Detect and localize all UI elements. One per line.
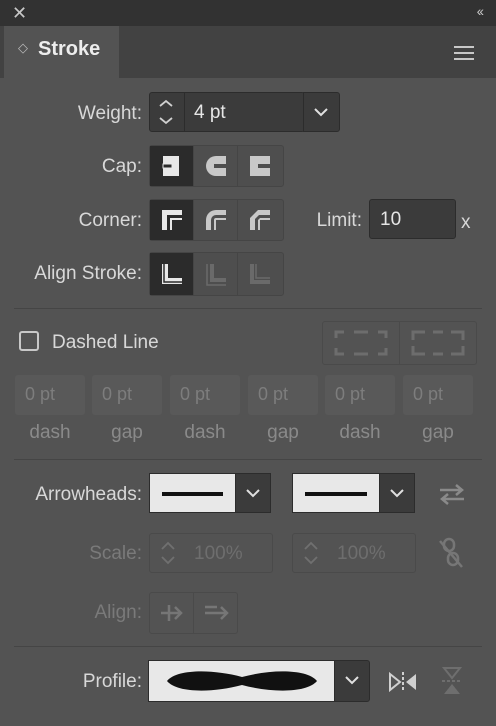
cap-button-group [149, 145, 284, 187]
scale-label: Scale: [89, 543, 142, 564]
place-arrow-button[interactable] [194, 593, 237, 633]
projecting-cap-icon [249, 156, 270, 176]
corner-label: Corner: [78, 210, 142, 231]
cap-label: Cap: [101, 156, 142, 177]
dash-2-value: 0 pt [180, 384, 211, 404]
butt-cap-button[interactable] [150, 146, 194, 186]
align-outside-button[interactable] [238, 253, 281, 295]
start-arrowhead-dropdown[interactable] [235, 473, 271, 513]
align-label: Align: [94, 602, 142, 623]
dash-2-label: dash [184, 422, 226, 443]
gap-2-value: 0 pt [258, 384, 289, 404]
divider [14, 646, 482, 647]
gap-2-label: gap [267, 422, 299, 443]
dash-1-input[interactable]: 0 pt [15, 375, 85, 415]
miter-join-icon [161, 210, 182, 230]
weight-input[interactable]: 4 pt [149, 92, 305, 132]
stepper-icon [161, 541, 175, 565]
limit-suffix: x [461, 212, 471, 233]
preserve-dashes-button[interactable] [323, 322, 400, 364]
arrowheads-label: Arrowheads: [35, 484, 142, 505]
round-cap-button[interactable] [194, 146, 238, 186]
gap-1-value: 0 pt [102, 384, 133, 404]
limit-value[interactable]: 10 [380, 209, 401, 231]
dashed-line-checkbox[interactable] [19, 331, 39, 351]
divider [14, 459, 482, 460]
profile-select[interactable] [148, 660, 336, 702]
align-stroke-label: Align Stroke: [34, 263, 142, 284]
end-arrowhead-dropdown[interactable] [379, 473, 415, 513]
corner-button-group [149, 199, 284, 241]
start-scale-value: 100% [194, 543, 243, 564]
limit-input[interactable]: 10 [369, 199, 456, 239]
gap-2-input[interactable]: 0 pt [248, 375, 318, 415]
panel-titlebar: ✕ ‹‹ [0, 0, 496, 26]
profile-dropdown[interactable] [334, 660, 370, 702]
dash-1-value: 0 pt [25, 384, 56, 404]
link-scale-icon[interactable] [438, 537, 464, 569]
butt-cap-icon [159, 156, 179, 176]
divider [14, 308, 482, 309]
align-outside-icon [249, 264, 270, 284]
gap-1-label: gap [111, 422, 143, 443]
weight-dropdown-button[interactable] [303, 92, 340, 132]
dash-3-label: dash [339, 422, 381, 443]
dash-1-label: dash [29, 422, 71, 443]
align-center-icon [161, 264, 182, 284]
dashed-line-label: Dashed Line [52, 332, 159, 353]
close-icon[interactable]: ✕ [12, 3, 27, 24]
flip-across-icon[interactable] [440, 666, 464, 696]
align-dashes-icon [411, 330, 465, 356]
dash-alignment-group [322, 321, 477, 365]
profile-label: Profile: [82, 671, 142, 692]
end-arrowhead-select[interactable] [292, 473, 380, 513]
align-center-button[interactable] [150, 253, 194, 295]
weight-value[interactable]: 4 pt [194, 102, 226, 124]
limit-label: Limit: [316, 210, 362, 231]
align-dashes-button[interactable] [400, 322, 476, 364]
gap-3-label: gap [422, 422, 454, 443]
stepper-icon [304, 541, 318, 565]
hamburger-menu-icon[interactable] [454, 46, 474, 64]
flip-along-icon[interactable] [388, 670, 418, 694]
round-join-icon [205, 210, 226, 230]
stroke-panel: ✕ ‹‹ ◇ Stroke Weight: 4 pt Cap: Corner: [0, 0, 496, 726]
place-arrow-icon [204, 605, 229, 620]
round-cap-icon [205, 156, 226, 176]
tab-stroke[interactable]: ◇ Stroke [4, 26, 119, 80]
start-arrowhead-select[interactable] [149, 473, 236, 513]
swap-arrowheads-icon[interactable] [438, 482, 466, 506]
bevel-join-icon [249, 210, 270, 230]
gap-3-value: 0 pt [413, 384, 444, 404]
end-scale-input[interactable]: 100% [292, 533, 416, 573]
gap-1-input[interactable]: 0 pt [92, 375, 162, 415]
updown-icon[interactable]: ◇ [18, 40, 28, 56]
align-arrowheads-group [149, 592, 238, 634]
width-profile-shape [167, 671, 317, 691]
start-scale-input[interactable]: 100% [149, 533, 273, 573]
weight-label: Weight: [77, 103, 142, 124]
collapse-icon[interactable]: ‹‹ [477, 3, 484, 19]
end-scale-value: 100% [337, 543, 386, 564]
round-join-button[interactable] [194, 200, 238, 240]
miter-join-button[interactable] [150, 200, 194, 240]
dash-3-input[interactable]: 0 pt [325, 375, 395, 415]
extend-arrow-button[interactable] [150, 593, 194, 633]
extend-arrow-icon [160, 605, 183, 621]
dash-2-input[interactable]: 0 pt [170, 375, 240, 415]
align-stroke-button-group [149, 252, 284, 296]
gap-3-input[interactable]: 0 pt [403, 375, 473, 415]
weight-stepper-icon[interactable] [150, 93, 185, 131]
dash-3-value: 0 pt [335, 384, 366, 404]
bevel-join-button[interactable] [238, 200, 281, 240]
projecting-cap-button[interactable] [238, 146, 281, 186]
tab-title: Stroke [38, 38, 101, 60]
align-inside-button[interactable] [194, 253, 238, 295]
preserve-dashes-icon [334, 330, 388, 356]
align-inside-icon [205, 264, 226, 286]
